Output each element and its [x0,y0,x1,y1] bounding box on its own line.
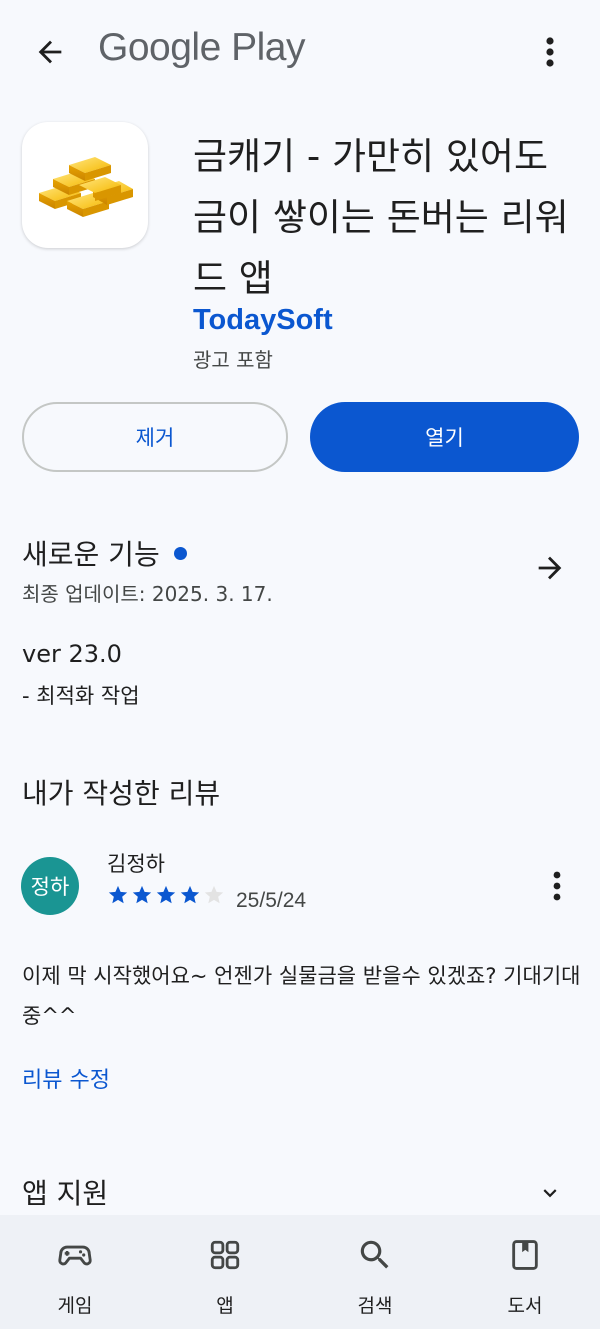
apps-grid-icon [205,1235,245,1275]
nav-label-games: 게임 [57,1295,93,1317]
book-icon [505,1235,545,1275]
reviewer-name: 김정하 [107,852,165,876]
nav-item-books[interactable]: 도서 [450,1215,600,1329]
star-filled-icon [156,885,176,904]
developer-link[interactable]: TodaySoft [193,304,333,337]
google-play-logo: Google Play [98,26,305,69]
app-icon [22,122,148,248]
contains-ads-label: 광고 포함 [193,348,273,372]
star-filled-icon [180,885,200,904]
more-vert-icon [546,37,554,67]
star-rating [107,884,225,906]
review-date: 25/5/24 [236,889,307,912]
release-notes-version: ver 23.0 [22,640,122,668]
gold-bars-icon [39,157,133,217]
edit-review-link[interactable]: 리뷰 수정 [22,1062,110,1094]
review-more-button[interactable] [540,864,574,908]
bottom-navigation: 게임 앱 검색 도서 [0,1215,600,1329]
nav-label-search: 검색 [357,1295,393,1317]
nav-item-search[interactable]: 검색 [300,1215,450,1329]
avatar: 정하 [21,857,79,915]
app-support-title[interactable]: 앱 지원 [22,1172,108,1212]
whats-new-title: 새로운 기능 [22,538,160,571]
back-button[interactable] [26,28,74,76]
nav-item-games[interactable]: 게임 [0,1215,150,1329]
review-text: 이제 막 시작했어요~ 언젠가 실물금을 받을수 있겠죠? 기대기대중^^ [22,964,581,1028]
gamepad-icon [55,1235,95,1275]
arrow-forward-icon [538,556,562,580]
my-review-title: 내가 작성한 리뷰 [22,777,221,810]
whats-new-arrow-button[interactable] [530,548,570,588]
chevron-down-icon [543,1189,557,1198]
new-indicator-dot [173,546,187,560]
arrow-back-icon [38,40,62,64]
top-app-bar: Google Play [0,0,600,100]
uninstall-button[interactable]: 제거 [22,402,288,472]
app-support-expand-button[interactable] [534,1178,566,1208]
more-options-button[interactable] [530,28,570,76]
more-vert-icon [553,871,561,901]
nav-label-books: 도서 [507,1295,543,1317]
star-filled-icon [132,885,152,904]
whats-new-header[interactable]: 새로운 기능 [22,533,187,573]
star-empty-icon [204,885,224,904]
star-filled-icon [108,885,128,904]
open-button[interactable]: 열기 [310,402,579,472]
nav-label-apps: 앱 [216,1295,234,1317]
search-icon [355,1235,395,1275]
release-notes-detail: - 최적화 작업 [22,684,140,708]
nav-item-apps[interactable]: 앱 [150,1215,300,1329]
last-updated-text: 최종 업데이트: 2025. 3. 17. [22,582,273,606]
app-title: 금캐기 - 가만히 있어도 금이 쌓이는 돈버는 리워드 앱 [193,135,569,300]
